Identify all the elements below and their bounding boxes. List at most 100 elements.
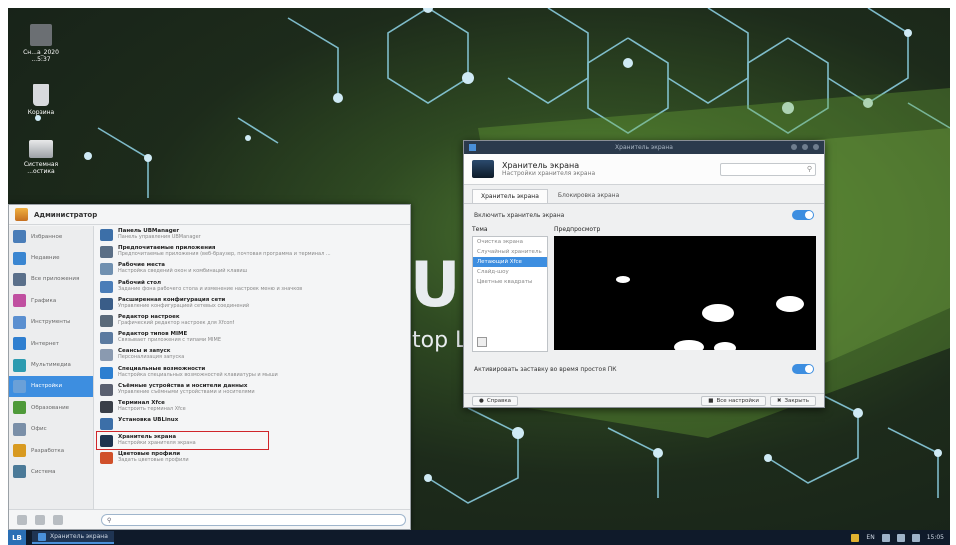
category-item[interactable]: Графика <box>9 290 93 311</box>
app-description: Связывает приложения с типами MIME <box>118 337 221 344</box>
desktop-icon-label: Корзина <box>27 109 55 116</box>
category-item[interactable]: Мультимедиа <box>9 354 93 375</box>
category-item[interactable]: Все приложения <box>9 269 93 290</box>
category-item[interactable]: Разработка <box>9 440 93 461</box>
screensaver-icon <box>472 160 494 178</box>
lock-icon[interactable] <box>35 514 45 525</box>
menu-search-input[interactable]: ⚲ <box>101 514 406 526</box>
category-label: Графика <box>31 297 57 304</box>
category-icon <box>13 379 26 393</box>
app-icon <box>100 229 113 241</box>
start-button[interactable]: LB <box>8 530 26 545</box>
clipboard-icon[interactable] <box>881 533 890 542</box>
app-icon <box>100 418 113 431</box>
taskbar-task[interactable]: Хранитель экрана <box>32 531 114 544</box>
app-item[interactable]: Предпочитаемые приложения Предпочитаемые … <box>97 243 404 260</box>
settings-icon[interactable] <box>17 514 27 525</box>
all-settings-button[interactable]: ■ Все настройки <box>701 395 766 406</box>
theme-item-selected[interactable]: Летающий Xfce <box>473 257 547 267</box>
app-item[interactable]: Сеансы и запуск Персонализация запуска <box>97 346 404 363</box>
folder-icon[interactable] <box>851 533 860 542</box>
app-item[interactable]: Съёмные устройства и носители данных Упра… <box>97 381 404 398</box>
app-item[interactable]: Панель UBManager Панель управления UBMana… <box>97 226 404 243</box>
category-label: Образование <box>31 404 70 411</box>
activate-row: Активировать заставку во время простоя П… <box>464 358 824 380</box>
tab-lock-screen[interactable]: Блокировка экрана <box>550 189 627 203</box>
menu-footer: ⚲ <box>9 509 410 529</box>
app-item[interactable]: Редактор типов MIME Связывает приложения … <box>97 329 404 346</box>
activate-label: Активировать заставку во время простоя П… <box>474 365 617 373</box>
app-item[interactable]: Цветовые профили Задать цветовые профили <box>97 449 404 466</box>
tab-screensaver[interactable]: Хранитель экрана <box>472 189 548 203</box>
desktop-icon-trash[interactable]: Корзина <box>10 84 72 116</box>
category-icon <box>13 401 26 415</box>
category-item[interactable]: Система <box>9 461 93 482</box>
theme-item[interactable]: Слайд-шоу <box>473 267 547 277</box>
app-icon <box>100 263 113 276</box>
mouse-icon <box>674 340 704 350</box>
window-header: Хранитель экрана Настройки хранителя экр… <box>464 154 824 185</box>
header-title: Хранитель экрана <box>502 161 580 170</box>
app-icon <box>100 332 113 345</box>
theme-list: Очистка экрана Случайный хранитель Летаю… <box>472 236 548 352</box>
volume-icon[interactable] <box>911 533 920 542</box>
network-icon[interactable] <box>896 533 905 542</box>
app-description: Предпочитаемые приложения (веб-браузер, … <box>118 251 331 258</box>
app-icon <box>100 366 113 379</box>
drive-icon <box>29 140 53 158</box>
enable-toggle[interactable] <box>792 210 814 220</box>
minimize-icon[interactable] <box>791 144 797 150</box>
tab-bar: Хранитель экрана Блокировка экрана <box>464 185 824 204</box>
category-label: Разработка <box>31 447 65 454</box>
category-item[interactable]: Образование <box>9 397 93 418</box>
app-item[interactable]: Установка UBLinux <box>97 415 404 432</box>
help-label: Справка <box>486 397 512 404</box>
close-icon[interactable] <box>813 144 819 150</box>
app-item[interactable]: Редактор настроек Графический редактор на… <box>97 312 404 329</box>
theme-item[interactable]: Очистка экрана <box>473 237 547 247</box>
app-item[interactable]: Расширенная конфигурация сети Управление … <box>97 295 404 312</box>
app-item[interactable]: Специальные возможности Настройка специал… <box>97 364 404 381</box>
category-item[interactable]: Избранное <box>9 226 93 247</box>
category-icon <box>13 465 26 479</box>
close-button[interactable]: ✖ Закрыть <box>769 395 816 406</box>
preview-area <box>554 236 816 350</box>
desktop-icon-system[interactable]: Системная ...остика <box>10 140 72 175</box>
clock[interactable]: 15:05 <box>927 534 944 541</box>
category-item[interactable]: Интернет <box>9 333 93 354</box>
category-label: Интернет <box>31 340 59 347</box>
mouse-icon <box>714 342 736 350</box>
app-item[interactable]: Рабочий стол Задание фона рабочего стола … <box>97 278 404 295</box>
desktop-icon-label: Сн...а_2020 <box>23 49 59 56</box>
menu-header: Администратор <box>9 205 410 225</box>
power-icon[interactable] <box>53 514 63 525</box>
app-item[interactable]: Рабочие места Настройка сведений окон и к… <box>97 260 404 277</box>
category-item[interactable]: Настройки <box>9 375 93 398</box>
app-description: Панель управления UBManager <box>118 234 201 240</box>
app-icon <box>100 435 113 448</box>
app-description: Настройка сведений окон и комбинаций кла… <box>118 268 248 275</box>
category-item[interactable]: Инструменты <box>9 312 93 333</box>
category-item[interactable]: Офис <box>9 419 93 440</box>
app-icon <box>100 246 113 259</box>
wallpaper-logo: U <box>410 248 461 321</box>
theme-item[interactable]: Цветные квадраты <box>473 277 547 287</box>
keyboard-layout[interactable]: EN <box>866 534 874 541</box>
configure-theme-button[interactable] <box>477 337 487 347</box>
window-titlebar[interactable]: Хранитель экрана <box>464 141 824 154</box>
search-input[interactable]: ⚲ <box>720 162 816 176</box>
enable-row: Включить хранитель экрана <box>464 204 824 226</box>
maximize-icon[interactable] <box>802 144 808 150</box>
category-item[interactable]: Недавние <box>9 247 93 268</box>
activate-toggle[interactable] <box>792 364 814 374</box>
app-description: Управление конфигурацией сетевых соедине… <box>118 302 250 309</box>
category-label: Недавние <box>31 255 60 262</box>
app-item[interactable]: Хранитель экрана Настройки хранителя экра… <box>96 431 269 451</box>
desktop-icon-label: ...5:37 <box>31 56 51 63</box>
desktop-icon-label: ...остика <box>27 168 55 175</box>
app-description: Графический редактор настроек для Xfconf <box>118 319 235 326</box>
theme-item[interactable]: Случайный хранитель <box>473 247 547 257</box>
desktop-icon-screenshot[interactable]: Сн...а_2020 ...5:37 <box>10 24 72 63</box>
help-button[interactable]: ● Справка <box>472 395 519 406</box>
app-item[interactable]: Терминал Xfce Настроить терминал Xfce <box>97 398 404 415</box>
